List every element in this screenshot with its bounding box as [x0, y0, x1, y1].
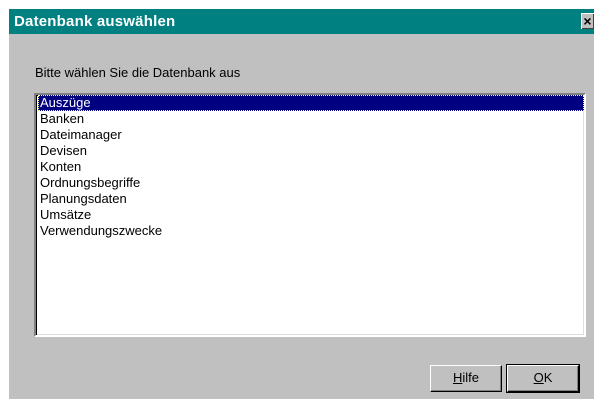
list-item-dateimanager[interactable]: Dateimanager	[38, 127, 584, 143]
list-item-umsaetze[interactable]: Umsätze	[38, 207, 584, 223]
ok-button[interactable]: OK	[506, 364, 580, 393]
title-bar[interactable]: Datenbank auswählen ×	[9, 9, 594, 34]
list-item-konten[interactable]: Konten	[38, 159, 584, 175]
select-database-dialog: Datenbank auswählen × Bitte wählen Sie d…	[9, 9, 594, 399]
help-button-label: ilfe	[462, 370, 479, 385]
help-button[interactable]: Hilfe	[430, 365, 502, 392]
list-item-banken[interactable]: Banken	[38, 111, 584, 127]
instruction-label: Bitte wählen Sie die Datenbank aus	[35, 65, 241, 80]
list-item-devisen[interactable]: Devisen	[38, 143, 584, 159]
ok-button-hotkey: O	[533, 370, 544, 385]
ok-button-label: K	[543, 370, 553, 385]
help-button-hotkey: H	[452, 370, 463, 385]
list-item-planungsdaten[interactable]: Planungsdaten	[38, 191, 584, 207]
database-listbox[interactable]: Auszüge Banken Dateimanager Devisen Kont…	[34, 93, 586, 337]
list-item-auszuege[interactable]: Auszüge	[38, 95, 584, 111]
list-item-ordnungsbegriffe[interactable]: Ordnungsbegriffe	[38, 175, 584, 191]
list-item-verwendungszwecke[interactable]: Verwendungszwecke	[38, 223, 584, 239]
window-title: Datenbank auswählen	[14, 13, 176, 30]
close-icon[interactable]: ×	[581, 13, 594, 29]
